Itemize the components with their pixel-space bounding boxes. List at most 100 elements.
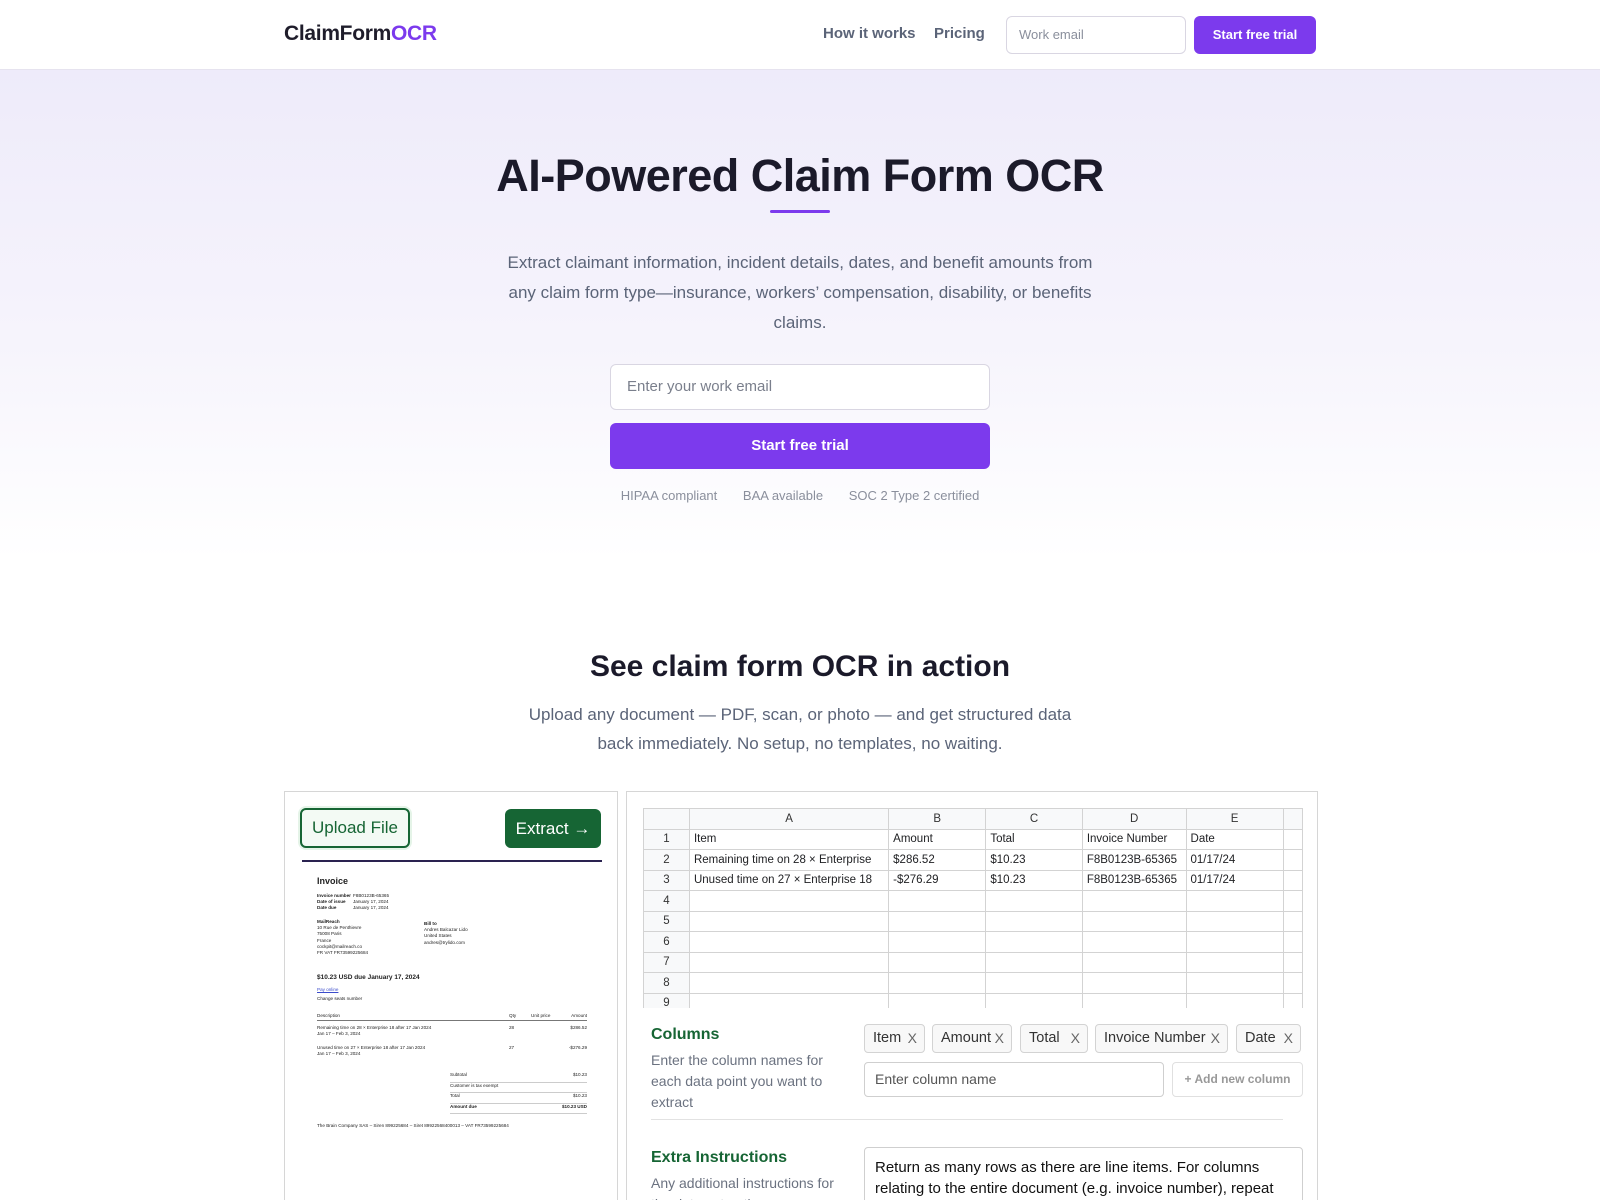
column-letter[interactable]: C bbox=[985, 808, 1083, 830]
sheet-cell[interactable] bbox=[688, 890, 890, 912]
sheet-cell[interactable] bbox=[688, 910, 890, 932]
invoice-bill-to: Bill to Andres Balcazar Lido United Stat… bbox=[424, 921, 468, 946]
sheet-cell-overflow bbox=[1282, 972, 1303, 994]
remove-chip-icon[interactable]: X bbox=[1284, 1025, 1293, 1052]
sheet-cell[interactable]: Invoice Number bbox=[1081, 828, 1187, 850]
sheet-cell[interactable]: Amount bbox=[888, 828, 987, 850]
sheet-cell[interactable] bbox=[1081, 951, 1187, 973]
sheet-cell[interactable]: $10.23 bbox=[985, 869, 1083, 891]
extraction-panel: A B C D E 1 Item Amount Total Invoice Number… bbox=[626, 791, 1318, 1200]
sheet-cell[interactable] bbox=[1081, 931, 1187, 953]
extract-label: Extract bbox=[515, 819, 569, 838]
columns-title: Columns bbox=[651, 1026, 720, 1043]
sheet-cell[interactable] bbox=[985, 951, 1083, 973]
row-number[interactable]: 6 bbox=[643, 931, 690, 953]
sheet-cell[interactable] bbox=[985, 910, 1083, 932]
row-number[interactable]: 2 bbox=[643, 849, 690, 871]
column-letter[interactable]: D bbox=[1081, 808, 1187, 830]
sheet-cell[interactable] bbox=[888, 931, 987, 953]
table-header: Unit price bbox=[531, 1013, 551, 1018]
sheet-cell-overflow bbox=[1282, 951, 1303, 973]
sheet-cell-overflow bbox=[1282, 869, 1303, 891]
results-spreadsheet[interactable]: A B C D E 1 Item Amount Total Invoice Number… bbox=[643, 808, 1303, 1008]
sheet-cell[interactable]: 01/17/24 bbox=[1185, 869, 1284, 891]
sheet-cell[interactable]: $286.52 bbox=[888, 849, 987, 871]
sheet-cell[interactable]: $10.23 bbox=[985, 849, 1083, 871]
remove-chip-icon[interactable]: X bbox=[995, 1025, 1004, 1052]
sheet-cell[interactable] bbox=[1185, 992, 1284, 1008]
sheet-cell[interactable] bbox=[1081, 910, 1187, 932]
row-number[interactable]: 9 bbox=[643, 992, 690, 1008]
hero-start-trial-button[interactable]: Start free trial bbox=[610, 423, 990, 469]
add-column-button[interactable]: + Add new column bbox=[1172, 1062, 1303, 1097]
section-divider bbox=[651, 1119, 1283, 1120]
sheet-cell[interactable] bbox=[1185, 890, 1284, 912]
sheet-cell[interactable] bbox=[888, 951, 987, 973]
column-name-input[interactable]: Enter column name bbox=[864, 1062, 1164, 1097]
chip-label: Amount bbox=[941, 1030, 991, 1046]
sheet-cell[interactable] bbox=[1185, 931, 1284, 953]
sheet-cell[interactable] bbox=[688, 992, 890, 1008]
sheet-cell[interactable] bbox=[985, 972, 1083, 994]
hero-title: AI-Powered Claim Form OCR bbox=[496, 150, 1104, 201]
demo-title: See claim form OCR in action bbox=[589, 650, 1011, 683]
row-number[interactable]: 5 bbox=[643, 910, 690, 932]
sheet-cell[interactable]: F8B0123B-65365 bbox=[1081, 849, 1187, 871]
columns-description: Enter the column names for each data poi… bbox=[651, 1052, 823, 1110]
sheet-cell[interactable] bbox=[1185, 951, 1284, 973]
sheet-cell[interactable] bbox=[985, 931, 1083, 953]
column-letter[interactable]: E bbox=[1185, 808, 1284, 830]
line-period: Jan 17 – Feb 3, 2024 bbox=[317, 1051, 361, 1056]
sheet-cell[interactable] bbox=[888, 890, 987, 912]
from-line: FR VAT FR73599225684 bbox=[317, 950, 369, 956]
sheet-cell[interactable] bbox=[888, 992, 987, 1008]
sheet-cell[interactable] bbox=[1185, 972, 1284, 994]
nav-link-pricing[interactable]: Pricing bbox=[934, 25, 985, 42]
extract-button[interactable]: Extract → bbox=[505, 809, 601, 848]
hero-email-input[interactable]: Enter your work email bbox=[610, 364, 990, 410]
remove-chip-icon[interactable]: X bbox=[1211, 1025, 1220, 1052]
corner-cell bbox=[643, 808, 690, 830]
row-number[interactable]: 1 bbox=[643, 828, 690, 850]
sheet-cell[interactable] bbox=[888, 910, 987, 932]
sheet-cell[interactable] bbox=[688, 951, 890, 973]
column-letter[interactable]: B bbox=[888, 808, 987, 830]
row-number[interactable]: 3 bbox=[643, 869, 690, 891]
sheet-row: 9 bbox=[643, 992, 1303, 1008]
sheet-cell[interactable]: 01/17/24 bbox=[1185, 849, 1284, 871]
sheet-cell[interactable] bbox=[1081, 890, 1187, 912]
sheet-cell[interactable]: Total bbox=[985, 828, 1083, 850]
logo[interactable]: ClaimFormOCR bbox=[284, 22, 437, 46]
sheet-row: 8 bbox=[643, 972, 1303, 994]
sheet-cell[interactable]: Date bbox=[1185, 828, 1284, 850]
nav-email-input[interactable]: Work email bbox=[1006, 16, 1186, 54]
remove-chip-icon[interactable]: X bbox=[1071, 1025, 1080, 1052]
sheet-row: 6 bbox=[643, 931, 1303, 953]
sheet-cell[interactable]: -$276.29 bbox=[888, 869, 987, 891]
nav-start-trial-button[interactable]: Start free trial bbox=[1194, 16, 1316, 54]
sheet-cell[interactable] bbox=[688, 972, 890, 994]
sheet-cell[interactable]: Unused time on 27 × Enterprise 18 bbox=[688, 869, 890, 891]
badge-hipaa: HIPAA compliant bbox=[620, 488, 718, 503]
nav-link-how-it-works[interactable]: How it works bbox=[823, 25, 916, 42]
sheet-cell[interactable]: Remaining time on 28 × Enterprise bbox=[688, 849, 890, 871]
sheet-cell[interactable] bbox=[1081, 972, 1187, 994]
row-number[interactable]: 4 bbox=[643, 890, 690, 912]
invoice-title: Invoice bbox=[317, 876, 349, 886]
sheet-cell[interactable] bbox=[985, 992, 1083, 1008]
sheet-cell[interactable]: F8B0123B-65365 bbox=[1081, 869, 1187, 891]
sheet-cell[interactable] bbox=[888, 972, 987, 994]
sheet-cell[interactable] bbox=[1081, 992, 1187, 1008]
row-number[interactable]: 8 bbox=[643, 972, 690, 994]
row-number[interactable]: 7 bbox=[643, 951, 690, 973]
column-letter[interactable]: A bbox=[688, 808, 890, 830]
extra-instructions-textarea[interactable]: Return as many rows as there are line it… bbox=[864, 1147, 1303, 1200]
sheet-cell[interactable] bbox=[985, 890, 1083, 912]
upload-file-button[interactable]: Upload File bbox=[300, 808, 410, 848]
sheet-cell[interactable] bbox=[1185, 910, 1284, 932]
remove-chip-icon[interactable]: X bbox=[908, 1025, 917, 1052]
sheet-cell[interactable] bbox=[688, 931, 890, 953]
sheet-cell[interactable]: Item bbox=[688, 828, 890, 850]
meta-value: January 17, 2024 bbox=[353, 899, 389, 905]
sheet-row: 1 Item Amount Total Invoice Number Date bbox=[643, 828, 1303, 850]
